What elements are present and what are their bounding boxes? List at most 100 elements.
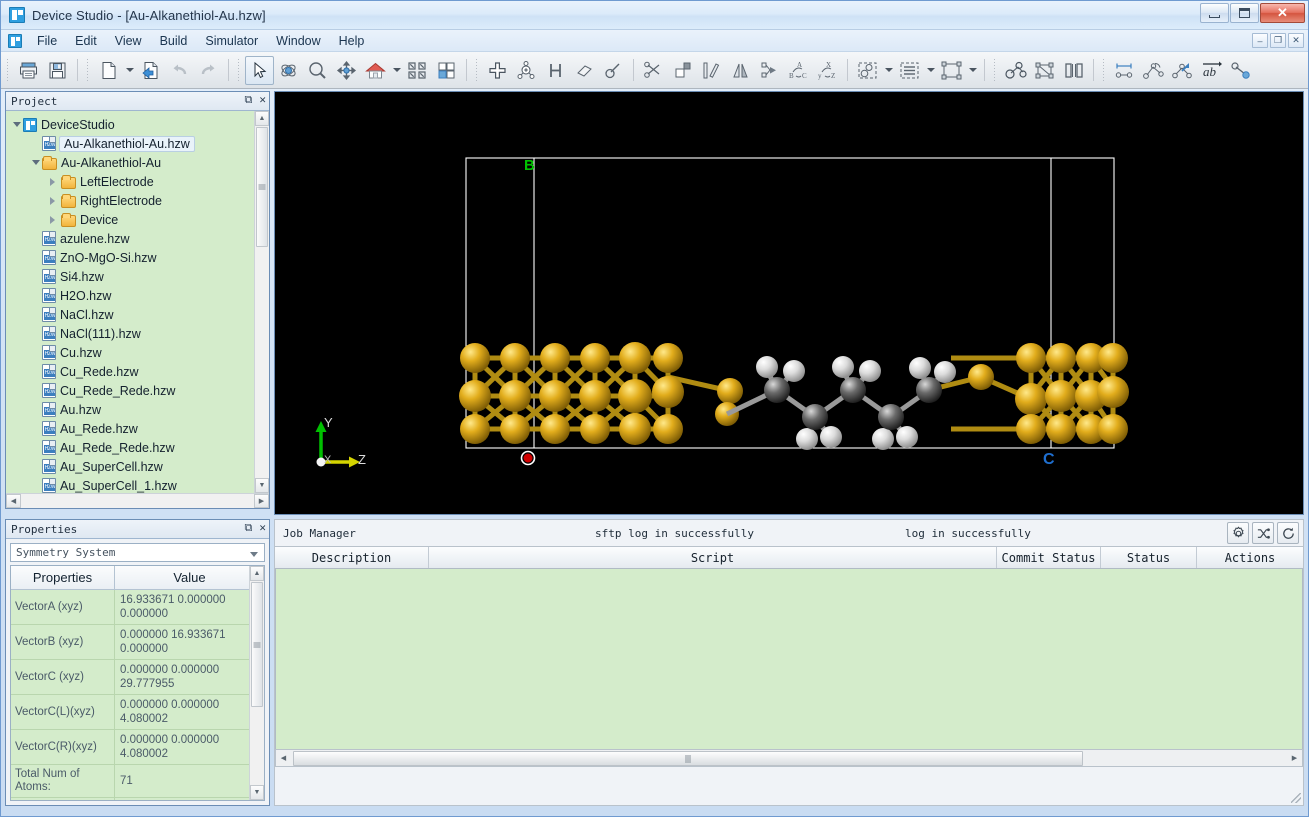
- mdi-restore-button[interactable]: ❐: [1270, 33, 1286, 48]
- zoom-icon[interactable]: [303, 56, 332, 85]
- properties-float-icon[interactable]: ⧉: [245, 522, 253, 533]
- tree-item[interactable]: Au-Alkanethiol-Au: [10, 153, 269, 172]
- open-file-icon[interactable]: [136, 56, 165, 85]
- tree-item[interactable]: Si4.hzw: [10, 267, 269, 286]
- job-table-body[interactable]: [275, 569, 1303, 749]
- job-column-status[interactable]: Status: [1101, 547, 1197, 568]
- toolbar-grip-2[interactable]: [86, 57, 91, 83]
- job-column-script[interactable]: Script: [429, 547, 997, 568]
- rotate-icon[interactable]: [274, 56, 303, 85]
- job-hscroll-left-button[interactable]: ◀: [276, 750, 291, 766]
- toolbar-grip-6[interactable]: [1102, 57, 1107, 83]
- properties-close-icon[interactable]: ✕: [259, 522, 266, 533]
- tree-item[interactable]: Au_Rede.hzw: [10, 419, 269, 438]
- menu-window[interactable]: Window: [267, 31, 329, 51]
- expand-arrow-icon[interactable]: [10, 122, 23, 127]
- tree-item[interactable]: Cu.hzw: [10, 343, 269, 362]
- pan-icon[interactable]: [332, 56, 361, 85]
- eraser-icon[interactable]: [570, 56, 599, 85]
- properties-scroll-thumb[interactable]: [251, 582, 263, 707]
- tree-item[interactable]: Au_SuperCell.hzw: [10, 457, 269, 476]
- toolbar-grip[interactable]: [6, 57, 11, 83]
- menu-help[interactable]: Help: [330, 31, 374, 51]
- tree-item[interactable]: Cu_Rede.hzw: [10, 362, 269, 381]
- molecule-view-icon[interactable]: [1001, 56, 1030, 85]
- electrode-icon[interactable]: [1059, 56, 1088, 85]
- job-column-commit-status[interactable]: Commit Status: [997, 547, 1101, 568]
- project-hscrollbar[interactable]: ◀ ▶: [6, 493, 269, 508]
- property-row[interactable]: Center Area of ...8538.804903: [11, 798, 264, 801]
- collapse-arrow-icon[interactable]: [48, 216, 61, 224]
- tree-item[interactable]: Au_SuperCell_1.hzw: [10, 476, 269, 493]
- property-row[interactable]: VectorC(R)(xyz)0.000000 0.000000 4.08000…: [11, 730, 264, 765]
- property-row[interactable]: Total Num of Atoms:71: [11, 765, 264, 798]
- project-tree-scrollbar[interactable]: ▲ ▼: [254, 111, 269, 493]
- menu-file[interactable]: File: [28, 31, 66, 51]
- add-hydrogen-icon[interactable]: [541, 56, 570, 85]
- property-row[interactable]: VectorC(L)(xyz)0.000000 0.000000 4.08000…: [11, 695, 264, 730]
- layers-icon[interactable]: [895, 56, 924, 85]
- tree-item[interactable]: RightElectrode: [10, 191, 269, 210]
- structure-viewer[interactable]: B C Y Z X: [274, 91, 1304, 515]
- measure-distance-icon[interactable]: [1110, 56, 1139, 85]
- job-column-description[interactable]: Description: [275, 547, 429, 568]
- property-row[interactable]: VectorC (xyz)0.000000 0.000000 29.777955: [11, 660, 264, 695]
- property-row[interactable]: VectorB (xyz)0.000000 16.933671 0.000000: [11, 625, 264, 660]
- abc-axes-icon[interactable]: A B C: [784, 56, 813, 85]
- tree-item[interactable]: LeftElectrode: [10, 172, 269, 191]
- tree-item[interactable]: Au_Rede_Rede.hzw: [10, 438, 269, 457]
- project-tree[interactable]: DeviceStudioAu-Alkanethiol-Au.hzwAu-Alka…: [6, 111, 269, 493]
- project-float-icon[interactable]: ⧉: [245, 94, 253, 105]
- print-icon[interactable]: [14, 56, 43, 85]
- toolbar-grip-5[interactable]: [993, 57, 998, 83]
- tree-item[interactable]: Cu_Rede_Rede.hzw: [10, 381, 269, 400]
- group-select-icon[interactable]: [853, 56, 882, 85]
- collapse-arrow-icon[interactable]: [48, 197, 61, 205]
- menu-edit[interactable]: Edit: [66, 31, 106, 51]
- menu-view[interactable]: View: [106, 31, 151, 51]
- job-hscroll-thumb[interactable]: [293, 751, 1083, 766]
- job-hscroll-right-button[interactable]: ▶: [1287, 750, 1302, 766]
- project-hscroll-left-button[interactable]: ◀: [6, 494, 21, 508]
- add-atom-icon[interactable]: [483, 56, 512, 85]
- job-chain-icon[interactable]: [1252, 522, 1274, 544]
- home-view-dropdown-caret[interactable]: [390, 56, 403, 85]
- xyz-axes-icon[interactable]: X y Z: [813, 56, 842, 85]
- group-select-dropdown-caret[interactable]: [882, 56, 895, 85]
- project-hscroll-right-button[interactable]: ▶: [254, 494, 269, 508]
- menu-simulator[interactable]: Simulator: [196, 31, 267, 51]
- mirror-icon[interactable]: [726, 56, 755, 85]
- fit-view-icon[interactable]: [403, 56, 432, 85]
- measure-angle-icon[interactable]: [1139, 56, 1168, 85]
- boundary-dropdown-caret[interactable]: [966, 56, 979, 85]
- layers-dropdown-caret[interactable]: [924, 56, 937, 85]
- tree-item[interactable]: ZnO-MgO-Si.hzw: [10, 248, 269, 267]
- toolbar-grip-4[interactable]: [475, 57, 480, 83]
- project-scroll-up-button[interactable]: ▲: [255, 111, 269, 126]
- tile-view-icon[interactable]: [432, 56, 461, 85]
- add-molecule-icon[interactable]: [512, 56, 541, 85]
- tree-item[interactable]: H2O.hzw: [10, 286, 269, 305]
- measure-bond-icon[interactable]: [599, 56, 628, 85]
- menu-build[interactable]: Build: [151, 31, 197, 51]
- cut-bond-icon[interactable]: [639, 56, 668, 85]
- label-ab-icon[interactable]: ab: [1197, 56, 1226, 85]
- tree-item[interactable]: Device: [10, 210, 269, 229]
- properties-scroll-down-button[interactable]: ▼: [250, 785, 264, 800]
- redo-icon[interactable]: [194, 56, 223, 85]
- maximize-button[interactable]: [1230, 3, 1259, 23]
- mdi-close-button[interactable]: ✕: [1288, 33, 1304, 48]
- toolbar-grip-3[interactable]: [237, 57, 242, 83]
- project-scroll-down-button[interactable]: ▼: [255, 478, 269, 493]
- property-row[interactable]: VectorA (xyz)16.933671 0.000000 0.000000: [11, 590, 264, 625]
- job-table-hscrollbar[interactable]: ◀ ▶: [275, 749, 1303, 767]
- properties-scroll-up-button[interactable]: ▲: [250, 566, 264, 581]
- resize-grip[interactable]: [1291, 793, 1301, 803]
- refresh-icon[interactable]: [1277, 522, 1299, 544]
- tree-item[interactable]: NaCl.hzw: [10, 305, 269, 324]
- minimize-button[interactable]: [1200, 3, 1229, 23]
- symmetry-system-select[interactable]: Symmetry System: [10, 543, 265, 562]
- properties-scrollbar[interactable]: ▲ ▼: [249, 566, 264, 800]
- tree-item[interactable]: NaCl(111).hzw: [10, 324, 269, 343]
- project-scroll-thumb[interactable]: [256, 127, 268, 247]
